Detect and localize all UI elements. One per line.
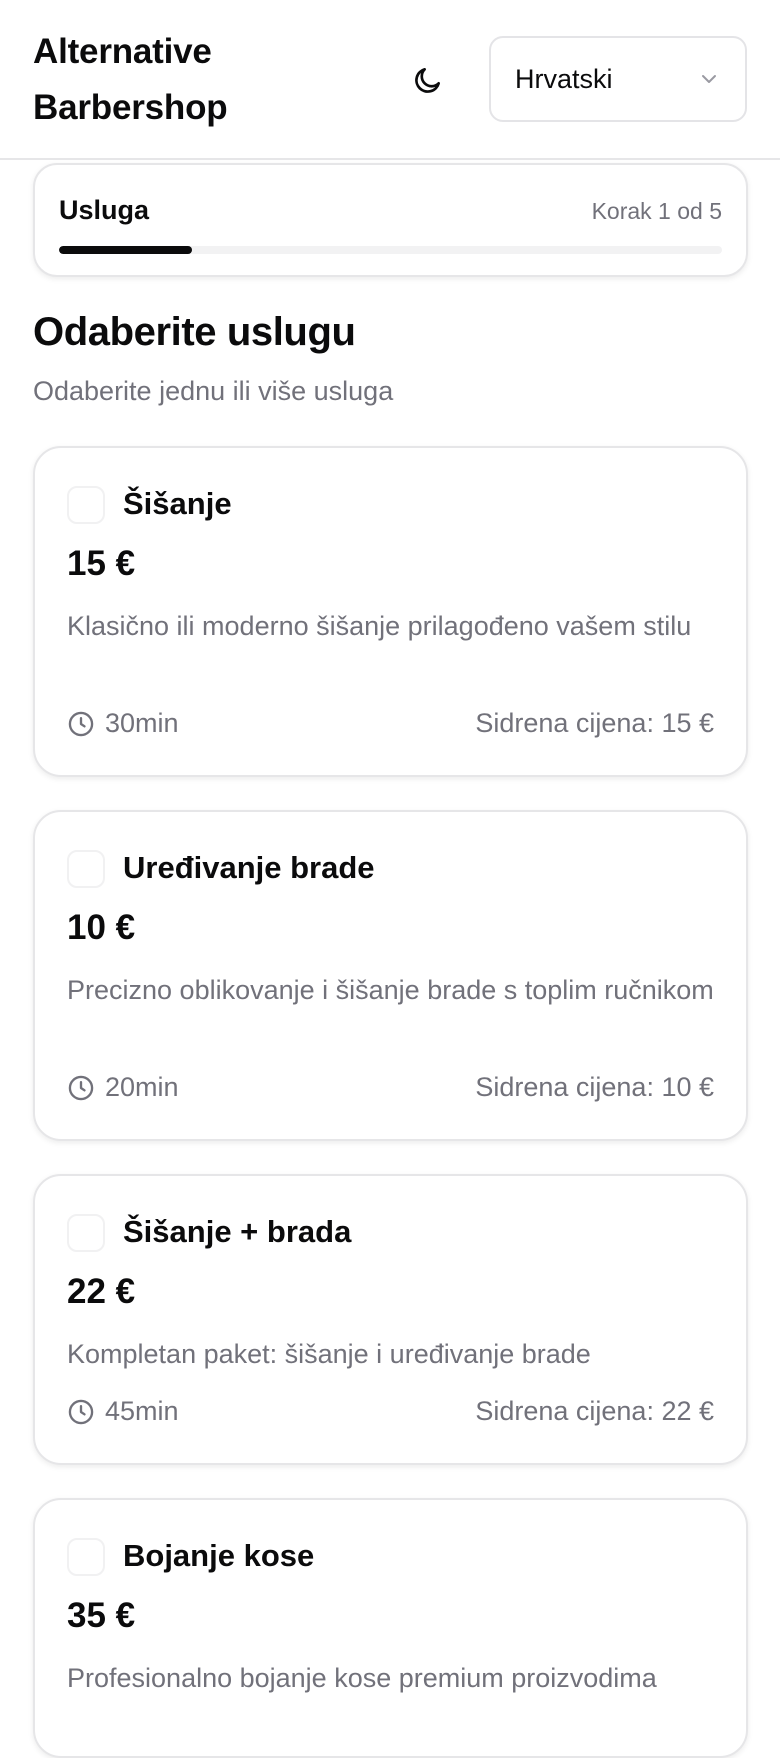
service-description: Precizno oblikovanje i šišanje brade s t… (67, 975, 714, 1005)
service-card[interactable]: Bojanje kose 35 € Profesionalno bojanje … (33, 1498, 748, 1758)
progress-bar-fill (59, 246, 192, 254)
service-description: Profesionalno bojanje kose premium proiz… (67, 1663, 657, 1693)
service-checkbox[interactable] (67, 486, 105, 524)
booking-progress: Usluga Korak 1 od 5 (33, 163, 748, 277)
service-duration-text: 30min (105, 708, 179, 738)
current-step-name: Usluga (59, 195, 150, 225)
theme-toggle-button[interactable] (404, 56, 452, 104)
clock-icon (68, 1399, 94, 1424)
service-duration: 30min (67, 708, 179, 739)
clock-icon (68, 711, 94, 736)
service-price: 15 € (67, 544, 136, 583)
service-duration: 20min (67, 1072, 179, 1103)
service-checkbox[interactable] (67, 850, 105, 888)
language-select-value: Hrvatski (515, 63, 613, 94)
service-price: 22 € (67, 1272, 136, 1311)
service-card[interactable]: Šišanje + brada 22 € Kompletan paket: ši… (33, 1174, 748, 1465)
language-select[interactable]: Hrvatski (489, 36, 747, 122)
service-card[interactable]: Šišanje 15 € Klasično ili moderno šišanj… (33, 446, 748, 777)
app-header: Alternative Barbershop Hrvatski (0, 0, 780, 160)
progress-bar-track (59, 246, 722, 254)
service-description: Klasično ili moderno šišanje prilagođeno… (67, 611, 692, 641)
page-title: Odaberite uslugu (33, 310, 356, 354)
brand-title: Alternative Barbershop (33, 32, 228, 127)
step-counter: Korak 1 od 5 (591, 198, 722, 224)
service-anchor-price: Sidrena cijena: 22 € (475, 1396, 714, 1426)
service-checkbox[interactable] (67, 1538, 105, 1576)
service-card[interactable]: Uređivanje brade 10 € Precizno oblikovan… (33, 810, 748, 1141)
moon-icon (415, 68, 440, 93)
service-name: Uređivanje brade (123, 850, 375, 885)
service-duration-text: 45min (105, 1396, 179, 1426)
service-description: Kompletan paket: šišanje i uređivanje br… (67, 1339, 591, 1369)
service-price: 35 € (67, 1596, 136, 1635)
service-price: 10 € (67, 908, 136, 947)
page-subtitle: Odaberite jednu ili više usluga (33, 376, 394, 406)
service-anchor-price: Sidrena cijena: 15 € (475, 708, 714, 738)
service-name: Šišanje + brada (123, 1214, 352, 1249)
service-duration-text: 20min (105, 1072, 179, 1102)
service-name: Šišanje (123, 486, 232, 521)
chevron-down-icon (702, 75, 716, 83)
service-checkbox[interactable] (67, 1214, 105, 1252)
service-name: Bojanje kose (123, 1538, 315, 1573)
service-anchor-price: Sidrena cijena: 10 € (475, 1072, 714, 1102)
service-duration: 45min (67, 1396, 179, 1427)
clock-icon (68, 1075, 94, 1100)
